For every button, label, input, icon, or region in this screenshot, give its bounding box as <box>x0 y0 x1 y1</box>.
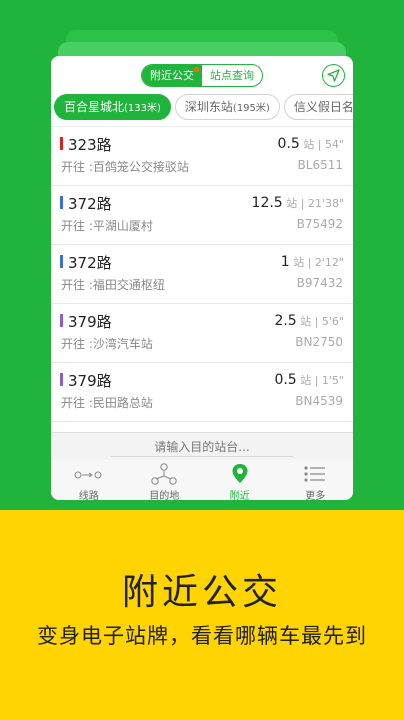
nav-nearby[interactable]: 附近 <box>202 460 278 500</box>
stop-tab-distance: (133米) <box>124 103 161 114</box>
route-color-bar <box>60 314 63 327</box>
mode-segment: 附近公交 站点查询 <box>141 64 263 87</box>
tab-nearby-bus[interactable]: 附近公交 <box>142 65 202 86</box>
nav-label: 更多 <box>305 491 326 500</box>
route-row[interactable]: 379路 开往 :沙湾汽车站 2.5 站 | 5'6" BN2750 <box>51 304 353 363</box>
route-name: 379路 <box>68 313 112 331</box>
route-color-bar <box>60 196 63 209</box>
notification-dot <box>194 67 199 72</box>
bottom-nav: 线路 目的地 附近 更多 <box>51 460 353 500</box>
yellow-background <box>0 510 404 720</box>
promo-headline: 附近公交 <box>121 572 282 613</box>
stops-unit: 站 <box>300 374 312 387</box>
eta-time: 1'5" <box>321 374 344 387</box>
stops-unit: 站 <box>300 315 312 328</box>
route-destination: 开往 :百鸽笼公交接驳站 <box>61 160 189 174</box>
route-color-bar <box>60 137 63 150</box>
destination-input-bar <box>51 432 353 460</box>
more-list-icon <box>304 466 326 482</box>
route-row[interactable]: 379路 开往 :民田路总站 0.5 站 | 1'5" BN4539 <box>51 363 353 422</box>
route-destination: 开往 :沙湾汽车站 <box>61 337 153 351</box>
phone-card: 附近公交 站点查询 百合星城北(133米) 深圳东站(195米) 信义假日名城(… <box>51 56 353 500</box>
destination-input[interactable] <box>111 437 293 457</box>
route-name: 379路 <box>68 372 112 390</box>
stops-away: 2.5 <box>274 313 297 329</box>
route-color-bar <box>60 373 63 386</box>
bus-plate: BN2750 <box>295 335 343 349</box>
stops-unit: 站 <box>293 256 305 269</box>
stop-tab-baihe[interactable]: 百合星城北(133米) <box>54 94 171 120</box>
stop-tab-name: 信义假日名城( <box>293 100 353 114</box>
stop-tab-name: 百合星城北 <box>64 100 125 114</box>
locate-button[interactable] <box>322 64 345 87</box>
stops-unit: 站 <box>286 197 298 210</box>
bus-plate: BL6511 <box>297 158 343 172</box>
route-name: 372路 <box>68 254 112 272</box>
eta-time: 21'38" <box>307 197 344 210</box>
stop-tab-distance: (195米) <box>232 103 270 114</box>
route-destination: 开往 :福田交通枢纽 <box>61 278 165 292</box>
route-row[interactable]: 323路 开往 :百鸽笼公交接驳站 0.5 站 | 54" BL6511 <box>51 127 353 186</box>
nav-destination[interactable]: 目的地 <box>127 460 203 500</box>
route-eta: 1 站 | 2'12" <box>280 254 344 270</box>
route-eta: 12.5 站 | 21'38" <box>251 195 344 211</box>
route-eta: 0.5 站 | 1'5" <box>274 372 344 388</box>
route-name: 372路 <box>68 195 112 213</box>
route-line-icon <box>74 471 102 479</box>
tab-stop-query[interactable]: 站点查询 <box>202 65 262 86</box>
stops-away: 12.5 <box>251 195 283 211</box>
location-pin-icon <box>232 464 248 483</box>
navigation-arrow-icon <box>327 69 340 82</box>
eta-time: 54" <box>324 138 344 151</box>
eta-time: 2'12" <box>314 256 344 269</box>
bus-plate: B97432 <box>296 276 343 290</box>
route-destination: 开往 :民田路总站 <box>61 396 153 410</box>
route-destination: 开往 :平湖山厦村 <box>61 219 153 233</box>
destination-icon <box>151 463 177 485</box>
route-eta: 2.5 站 | 5'6" <box>274 313 344 329</box>
promo-subline: 变身电子站牌，看看哪辆车最先到 <box>37 624 367 648</box>
stops-away: 0.5 <box>274 372 297 388</box>
stops-away: 0.5 <box>277 136 300 152</box>
route-eta: 0.5 站 | 54" <box>277 136 344 152</box>
stop-tab-name: 深圳东站 <box>184 100 233 114</box>
bus-plate: BN4539 <box>295 394 343 408</box>
stops-away: 1 <box>280 254 290 270</box>
route-color-bar <box>60 255 63 268</box>
nav-more[interactable]: 更多 <box>278 460 354 500</box>
nav-route[interactable]: 线路 <box>51 460 127 500</box>
route-name: 323路 <box>68 136 112 154</box>
stop-tab-xinyi[interactable]: 信义假日名城( <box>283 94 353 120</box>
eta-time: 5'6" <box>321 315 344 328</box>
route-row[interactable]: 372路 开往 :平湖山厦村 12.5 站 | 21'38" B75492 <box>51 186 353 245</box>
route-list: 323路 开往 :百鸽笼公交接驳站 0.5 站 | 54" BL6511 372… <box>51 127 353 422</box>
nav-label: 线路 <box>78 491 99 500</box>
nav-label: 目的地 <box>149 491 180 500</box>
bus-plate: B75492 <box>296 217 343 231</box>
route-row[interactable]: 372路 开往 :福田交通枢纽 1 站 | 2'12" B97432 <box>51 245 353 304</box>
nav-label: 附近 <box>229 491 250 500</box>
stop-tabs: 百合星城北(133米) 深圳东站(195米) 信义假日名城( <box>51 94 353 126</box>
stops-unit: 站 <box>303 138 315 151</box>
stop-tab-shenzhen-east[interactable]: 深圳东站(195米) <box>174 94 280 120</box>
